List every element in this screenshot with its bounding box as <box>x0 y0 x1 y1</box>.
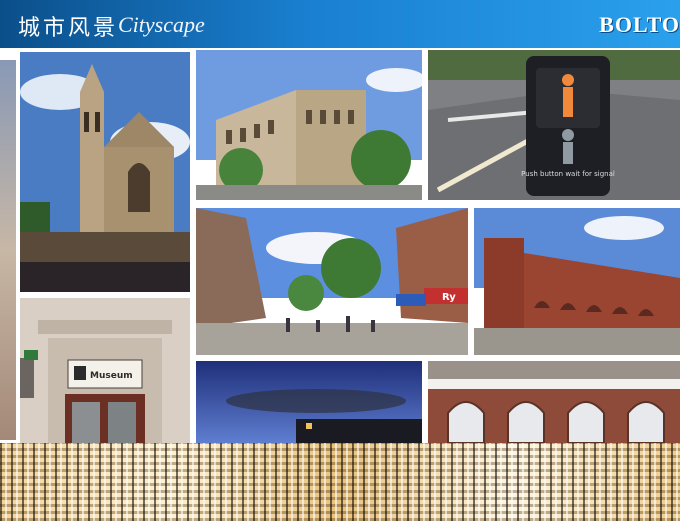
header-banner: 城市风景 Cityscape BOLTO <box>0 0 680 48</box>
title-english: Cityscape <box>118 12 205 37</box>
photo-brick-arcade <box>474 208 680 355</box>
title-chinese: 城市风景 <box>18 16 119 41</box>
shop-sign-text: Ry <box>442 292 456 303</box>
museum-sign-text: Museum <box>90 371 133 381</box>
photo-museum: Museum <box>20 298 190 443</box>
corrupted-image-strip <box>0 443 680 521</box>
photo-crossing-signal: Push button wait for signal <box>428 50 680 200</box>
photo-station-canopy <box>428 361 680 443</box>
crossing-sign-text: Push button wait for signal <box>521 170 615 178</box>
left-edge-strip <box>0 60 16 440</box>
photo-church <box>20 52 190 292</box>
photo-dusk-sky <box>196 361 422 443</box>
brand-text: BOLTO <box>599 12 680 37</box>
photo-shopping-street: Ry <box>196 208 468 355</box>
photo-town-hall <box>196 50 422 200</box>
